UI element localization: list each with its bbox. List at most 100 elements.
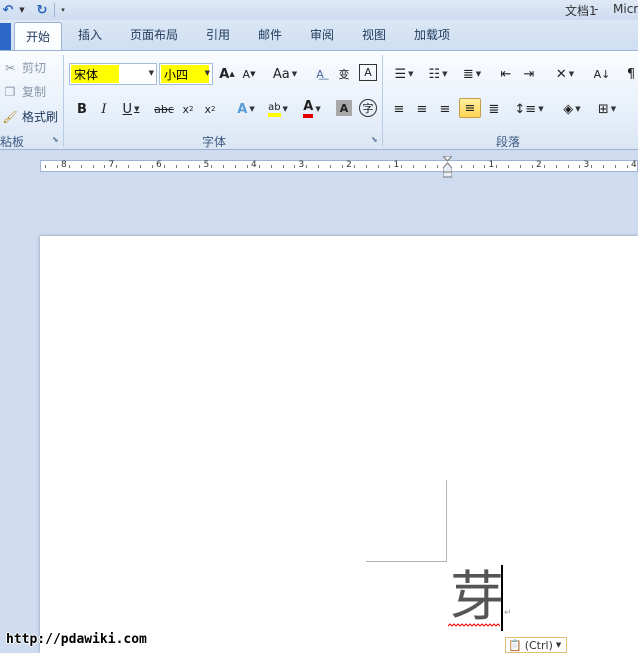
- underline-button[interactable]: U ▼: [118, 99, 144, 119]
- bold-button[interactable]: B: [74, 99, 90, 119]
- align-right-button[interactable]: ≡: [436, 99, 454, 119]
- italic-button[interactable]: I: [96, 99, 112, 119]
- document-text[interactable]: 芽: [450, 566, 504, 628]
- clear-format-icon[interactable]: A͟: [311, 64, 329, 84]
- multilevel-list-button[interactable]: ≣ ▼: [458, 64, 486, 84]
- cut-button[interactable]: ✂ 剪切: [2, 59, 46, 76]
- ruler-tick: [104, 165, 106, 168]
- ruler-tick: [401, 165, 403, 168]
- undo-dropdown-icon[interactable]: ▼: [18, 6, 26, 14]
- ruler-tick: [555, 165, 557, 168]
- increase-indent-button[interactable]: ⇥: [520, 64, 538, 84]
- ruler-tick: [365, 165, 367, 168]
- ruler-tick: [425, 165, 426, 168]
- ruler-tick: [199, 165, 201, 168]
- group-divider: [382, 55, 383, 147]
- ruler-tick: [187, 165, 189, 168]
- char-shading-icon[interactable]: A: [336, 100, 352, 116]
- ruler-tick: [92, 165, 94, 168]
- font-color-button[interactable]: A ▼: [298, 99, 326, 119]
- phonetic-guide-icon[interactable]: 变: [334, 64, 354, 84]
- redo-icon[interactable]: ↻: [34, 2, 50, 18]
- font-size-value: 小四: [161, 65, 209, 83]
- customize-qat-icon[interactable]: ▾: [59, 6, 67, 14]
- undo-icon[interactable]: ↶: [0, 2, 16, 18]
- shrink-font-button[interactable]: A ▼: [240, 64, 258, 84]
- ruler-tick: [567, 165, 569, 168]
- font-size-select[interactable]: 小四 ▼: [159, 63, 213, 85]
- format-painter-button[interactable]: 🖌 格式刷: [2, 108, 58, 125]
- ruler-tick: [543, 165, 545, 168]
- copy-button[interactable]: ❐ 复制: [2, 83, 46, 100]
- show-marks-button[interactable]: ¶: [624, 64, 638, 84]
- horizontal-ruler[interactable]: 8 7 6 5 4 3 2 1 1 2 3 4: [40, 160, 638, 172]
- ruler-tick: [246, 165, 248, 168]
- file-tab[interactable]: [0, 23, 11, 50]
- ruler-number: 4: [631, 160, 637, 170]
- change-case-button[interactable]: Aa ▼: [271, 64, 299, 84]
- enclose-char-icon[interactable]: 字: [359, 99, 377, 117]
- ruler-number: 7: [108, 160, 115, 170]
- document-page[interactable]: [40, 236, 638, 653]
- tab-view[interactable]: 视图: [362, 26, 386, 43]
- tab-references[interactable]: 引用: [206, 26, 230, 43]
- font-family-select[interactable]: 宋体 ▼: [69, 63, 157, 85]
- line-spacing-button[interactable]: ↕≡ ▼: [514, 99, 544, 119]
- numbering-button[interactable]: ☷ ▼: [424, 64, 452, 84]
- document-name: 文档1: [565, 4, 597, 18]
- tab-home[interactable]: 开始: [14, 22, 62, 50]
- chinese-layout-button[interactable]: ✕ ▼: [551, 64, 579, 84]
- font-family-value: 宋体: [71, 65, 119, 83]
- paragraph-mark: ↵: [504, 608, 512, 618]
- ruler-tick: [151, 165, 153, 168]
- ruler-tick: [508, 165, 510, 168]
- sort-button[interactable]: A↓: [593, 64, 611, 84]
- font-color-icon: A: [303, 100, 314, 118]
- tab-page-layout[interactable]: 页面布局: [130, 26, 178, 43]
- ruler-tick: [306, 165, 308, 168]
- bullets-button[interactable]: ☰ ▼: [390, 64, 418, 84]
- font-launcher-icon[interactable]: ⬊: [371, 135, 378, 144]
- ruler-number: 2: [346, 160, 352, 170]
- shading-button[interactable]: ◈ ▼: [557, 99, 587, 119]
- ruler-tick: [258, 165, 260, 168]
- align-center-button[interactable]: ≡: [413, 99, 431, 119]
- ruler-tick: [472, 165, 474, 168]
- tab-mailings[interactable]: 邮件: [258, 26, 282, 43]
- borders-button[interactable]: ⊞ ▼: [592, 99, 622, 119]
- ruler-tick: [223, 165, 225, 168]
- ruler-number: 1: [393, 160, 400, 170]
- align-left-button[interactable]: ≡: [390, 99, 408, 119]
- tab-addins[interactable]: 加载项: [414, 26, 450, 43]
- distributed-button[interactable]: ≣: [485, 99, 503, 119]
- group-divider: [63, 55, 64, 147]
- char-border-icon[interactable]: A: [359, 64, 377, 81]
- clipboard-launcher-icon[interactable]: ⬊: [52, 135, 59, 144]
- chevron-down-icon: ▼: [148, 69, 154, 77]
- grow-font-button[interactable]: A ▲: [218, 64, 236, 84]
- chevron-down-icon: ▼: [204, 69, 210, 77]
- ruler-tick: [318, 165, 320, 168]
- highlight-button[interactable]: ab ▼: [264, 99, 292, 119]
- paste-options-button[interactable]: 📋 (Ctrl) ▼: [505, 637, 567, 653]
- text-effects-button[interactable]: A ▼: [233, 99, 259, 119]
- justify-button[interactable]: ≡: [459, 98, 481, 118]
- ruler-tick: [579, 165, 581, 168]
- chevron-down-icon: ▼: [555, 641, 562, 649]
- superscript-button[interactable]: x2: [202, 99, 218, 119]
- decrease-indent-button[interactable]: ⇤: [497, 64, 515, 84]
- strikethrough-button[interactable]: abc: [154, 99, 174, 119]
- text-cursor: [501, 565, 503, 631]
- tab-insert[interactable]: 插入: [78, 26, 102, 43]
- ruler-tick: [389, 165, 391, 168]
- tab-review[interactable]: 审阅: [310, 26, 334, 43]
- subscript-button[interactable]: x2: [180, 99, 196, 119]
- ruler-tick: [460, 165, 462, 168]
- ribbon-tabs: 开始 插入 页面布局 引用 邮件 审阅 视图 加载项: [0, 20, 638, 50]
- indent-marker-icon[interactable]: [443, 156, 452, 178]
- ruler-tick: [341, 165, 343, 168]
- margin-guide: [366, 561, 447, 562]
- watermark-url: http://pdawiki.com: [6, 632, 147, 647]
- ruler-tick: [436, 165, 438, 168]
- ruler-number: 1: [488, 160, 495, 170]
